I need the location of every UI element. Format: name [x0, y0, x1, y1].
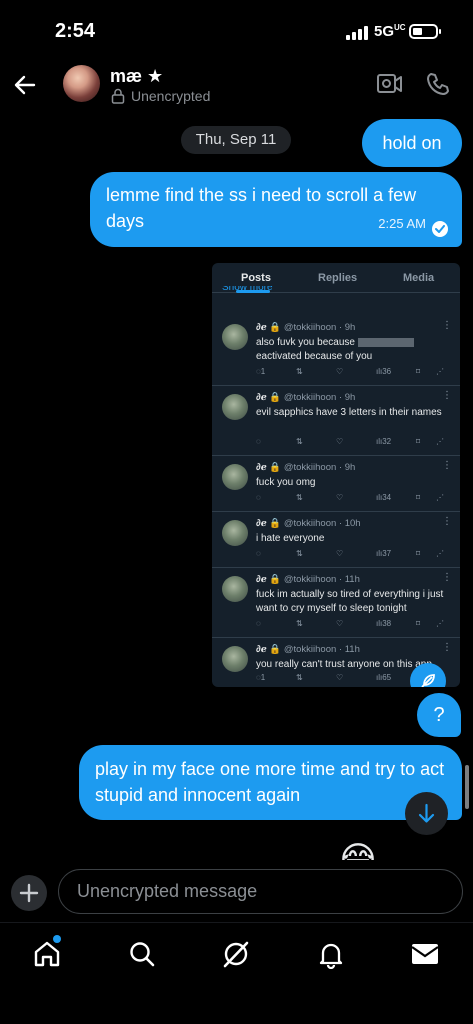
contact-name[interactable]: mæ ★	[110, 66, 163, 87]
arrow-left-icon	[14, 75, 36, 95]
tweet-avatar	[222, 324, 248, 350]
bell-icon[interactable]	[316, 939, 346, 970]
voice-call-button[interactable]	[424, 70, 452, 98]
tweet-handle: @tokkiihoon · 9h	[283, 322, 356, 333]
arrow-down-icon	[418, 803, 435, 823]
more-icon: ⋮	[442, 516, 452, 527]
message-bubble[interactable]: hold on	[362, 119, 462, 167]
message-bubble[interactable]: lemme find the ss i need to scroll a few…	[90, 172, 462, 247]
tweet-text: fuck im actually so tired of everything …	[256, 589, 444, 614]
lock-icon	[111, 88, 125, 104]
reply-icon: ◌ 1	[256, 367, 266, 376]
tweet-handle: @tokkiihoon · 11h	[283, 644, 360, 655]
date-separator: Thu, Sep 11	[181, 126, 291, 154]
tweet-avatar	[222, 520, 248, 546]
tweet-actions: ◌ 1 ⇅ ♡ ılı 36 ⌑ ⋰	[256, 367, 444, 376]
tweet: ∂ℯ 🔒 @tokkiihoon · 9h ⋮ fuck you omg ◌ ⇅ ♡…	[212, 456, 460, 512]
composer	[0, 860, 473, 922]
video-icon	[377, 74, 402, 93]
search-icon[interactable]	[127, 939, 157, 969]
more-icon: ⋮	[442, 642, 452, 653]
tweet-handle: @tokkiihoon · 10h	[283, 518, 361, 529]
network-type: 5GUC	[374, 23, 406, 40]
more-icon: ⋮	[442, 572, 452, 583]
more-icon: ⋮	[442, 460, 452, 471]
tweet-handle: @tokkiihoon · 9h	[283, 392, 356, 403]
plus-icon	[19, 883, 39, 903]
back-button[interactable]	[10, 70, 40, 100]
feather-icon	[421, 674, 435, 687]
tweet-actions: ◌ ⇅ ♡ ılı 34 ⌑ ⋰	[256, 493, 444, 502]
avatar[interactable]	[63, 65, 100, 102]
encryption-label: Unencrypted	[131, 88, 211, 104]
tweet-author: ∂ℯ	[256, 574, 267, 585]
more-icon: ⋮	[442, 390, 452, 401]
tweet-actions: ◌ ⇅ ♡ ılı 32 ⌑ ⋰	[256, 437, 444, 446]
video-call-button[interactable]	[376, 72, 404, 96]
phone-icon	[427, 73, 449, 95]
chat-header: mæ ★ Unencrypted	[0, 58, 473, 114]
tweet-author: ∂ℯ	[256, 518, 267, 529]
scroll-to-bottom-button[interactable]	[405, 792, 448, 835]
tweet-avatar	[222, 394, 248, 420]
notification-dot	[53, 935, 61, 943]
tweet-author: ∂ℯ	[256, 322, 267, 333]
tweet: ∂ℯ 🔒 @tokkiihoon · 11h ⋮ fuck im actuall…	[212, 568, 460, 638]
tweet-author: ∂ℯ	[256, 462, 267, 473]
tweet-author: ∂ℯ	[256, 644, 267, 655]
tweet-actions: ◌ ⇅ ♡ ılı 37 ⌑ ⋰	[256, 549, 444, 558]
signal-icon	[346, 26, 368, 40]
tweet-text: evil sapphics have 3 letters in their na…	[256, 407, 442, 418]
censor-bar	[357, 337, 414, 347]
compose-fab	[410, 663, 446, 687]
shared-screenshot[interactable]: Posts Replies Media Show more ∂ℯ 🔒 @tokk…	[212, 263, 460, 687]
tab-posts: Posts	[241, 272, 271, 284]
scrollbar[interactable]	[465, 765, 469, 809]
add-attachment-button[interactable]	[11, 875, 47, 911]
tweet-avatar	[222, 576, 248, 602]
tweet: ∂ℯ 🔒 @tokkiihoon · 10h ⋮ i hate everyone…	[212, 512, 460, 568]
read-check-icon	[432, 221, 448, 237]
battery-icon	[409, 24, 441, 39]
tab-replies: Replies	[318, 272, 358, 284]
tweet: ∂ℯ 🔒 @tokkiihoon · 9h ⋮ evil sapphics ha…	[212, 386, 460, 456]
mail-icon[interactable]	[410, 939, 440, 969]
tweet-handle: @tokkiihoon · 9h	[283, 462, 356, 473]
show-more-link: Show more	[222, 286, 273, 293]
tweet-author: ∂ℯ	[256, 392, 267, 403]
tab-media: Media	[403, 272, 435, 284]
message-input[interactable]	[58, 869, 463, 914]
tweet-handle: @tokkiihoon · 11h	[283, 574, 360, 585]
message-time: 2:25 AM	[378, 216, 426, 231]
tweet-text: also fuvk you because eactivated because…	[256, 336, 452, 364]
tweet-avatar	[222, 646, 248, 672]
message-bubble[interactable]: ?	[417, 693, 461, 737]
status-time: 2:54	[55, 20, 96, 42]
message-text: play in my face one more time and try to…	[95, 759, 445, 805]
tweet-text: fuck you omg	[256, 477, 316, 488]
status-bar: 2:54 5GUC	[0, 0, 473, 58]
tweet-avatar	[222, 464, 248, 490]
grok-icon[interactable]	[221, 939, 251, 969]
more-icon: ⋮	[442, 320, 452, 331]
tweet-actions: ◌ ⇅ ♡ ılı 38 ⌑ ⋰	[256, 619, 444, 628]
tweet-text: i hate everyone	[256, 533, 325, 544]
bottom-nav	[0, 922, 473, 1024]
home-icon[interactable]	[32, 939, 62, 969]
tweet: ∂ℯ 🔒 @tokkiihoon · 9h ⋮ also fuvk you be…	[212, 316, 460, 386]
